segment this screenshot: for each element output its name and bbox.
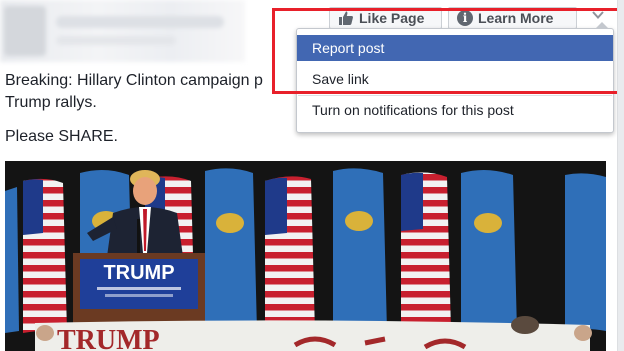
podium: TRUMP [73,253,205,331]
state-flag [565,173,606,331]
scrollbar-edge[interactable] [617,0,624,351]
post-text-line: Breaking: Hillary Clinton campaign p [5,72,263,89]
state-flag [461,169,517,331]
protest-banner: TRUMP [35,320,592,351]
banner-text: TRUMP [57,325,160,351]
post-photo[interactable]: TRUMP TRUMP [5,161,606,351]
us-flag [23,178,67,333]
us-flag [265,176,315,333]
annotation-highlight-box [272,8,621,94]
post-text: Breaking: Hillary Clinton campaign p Tru… [5,70,305,114]
blurred-avatar [4,6,46,56]
podium-sign-text: TRUMP [103,262,174,284]
menu-item-turn-on-notifications[interactable]: Turn on notifications for this post [297,97,613,123]
blurred-timestamp [56,36,176,45]
blurred-page-header [0,0,245,62]
blurred-page-name [56,16,224,28]
post-share-text: Please SHARE. [5,128,118,145]
us-flag [401,172,451,331]
post-text-line: Trump rallys. [5,94,97,111]
crowd-head [511,316,539,334]
menu-divider [298,95,612,96]
rally-photo-illustration: TRUMP TRUMP [5,161,606,351]
state-flag [5,187,19,333]
state-flag [205,168,257,331]
state-flag [333,168,387,331]
